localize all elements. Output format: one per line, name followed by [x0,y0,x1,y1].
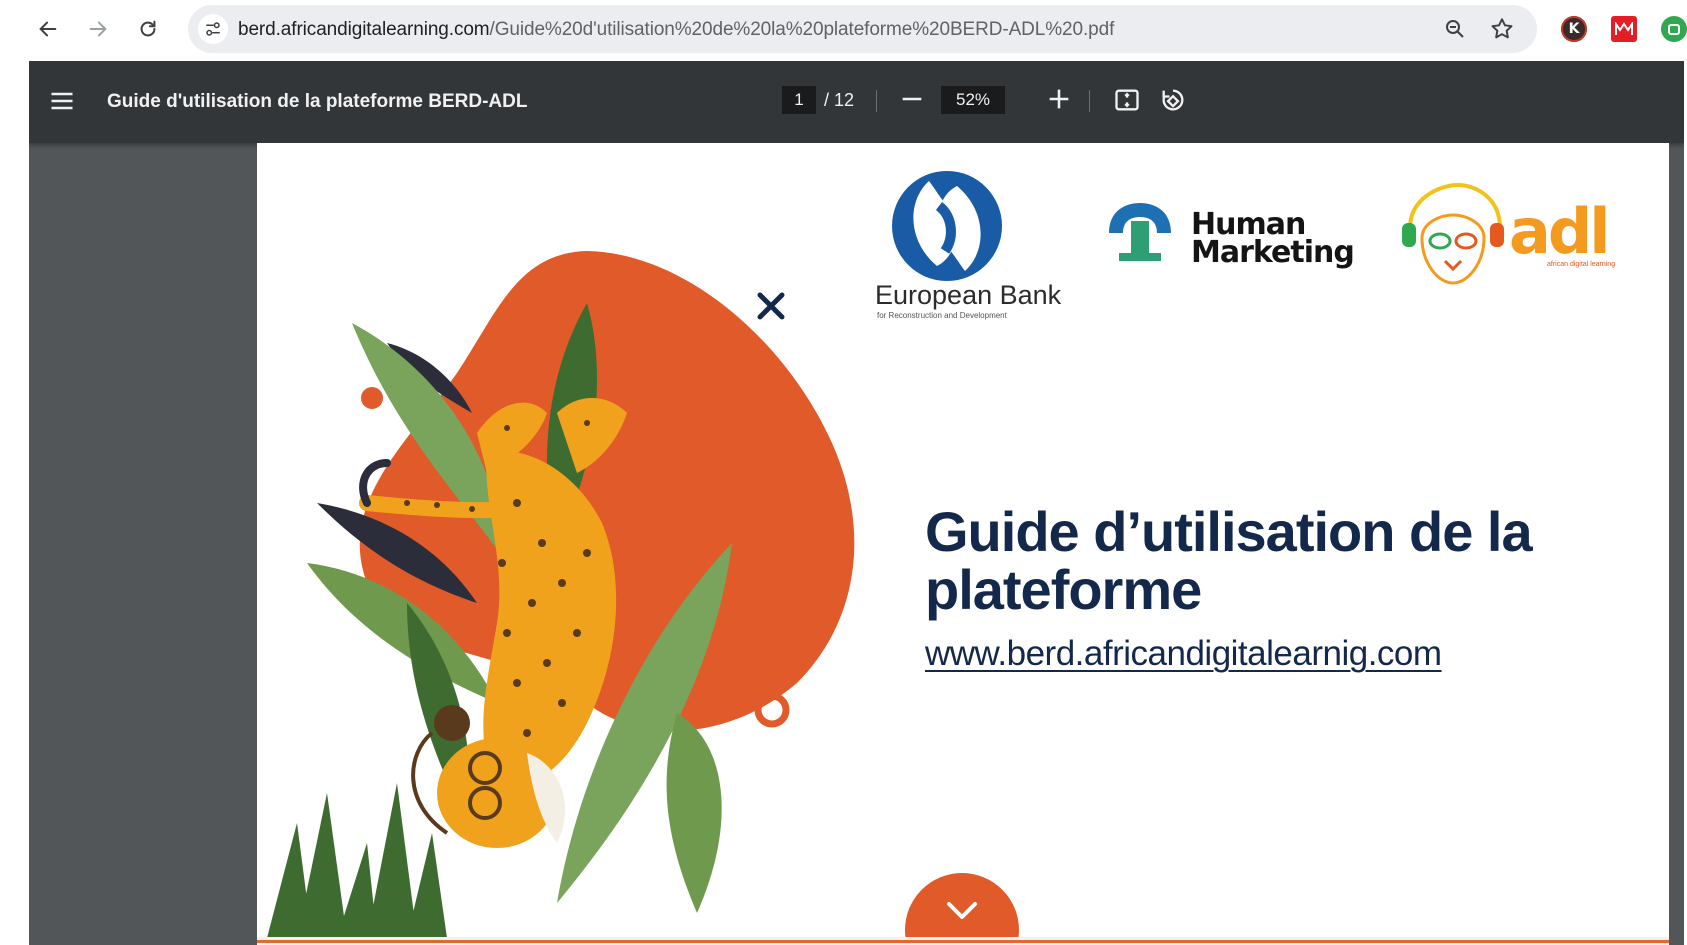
next-page-edge [257,937,1669,945]
fit-page-icon[interactable] [1113,86,1141,114]
url-host: berd.africandigitalearning.com [238,19,490,40]
zoom-level-input[interactable] [941,86,1005,114]
ebrd-subtitle: for Reconstruction and Development [877,311,1007,320]
toolbar-divider [1089,90,1090,112]
document-heading: Guide d’utilisation de la plateforme [925,500,1533,621]
human-marketing-name: Human Marketing [1191,210,1355,270]
url-text[interactable]: berd.africandigitalearning.com/Guide%20d… [238,19,1114,41]
red-extension-icon[interactable] [1611,16,1637,42]
pdf-page: European Bank for Reconstruction and Dev… [257,143,1669,938]
adl-name: adl [1509,195,1610,268]
address-bar[interactable]: berd.africandigitalearning.com/Guide%20d… [188,5,1537,53]
toolbar-divider [876,90,877,112]
pdf-toolbar: Guide d'utilisation de la plateforme BER… [29,61,1684,143]
pdf-viewer: Guide d'utilisation de la plateforme BER… [29,61,1684,945]
adl-subtitle: african digital learning [1547,261,1616,268]
zoom-magnifier-icon[interactable] [1443,17,1467,41]
zoom-out-icon[interactable] [898,85,926,115]
forward-arrow-icon[interactable] [79,10,117,48]
browser-toolbar: berd.africandigitalearning.com/Guide%20d… [0,0,1687,60]
page-total: / 12 [824,90,855,110]
website-link[interactable]: www.berd.africandigitalearnig.com [925,634,1442,674]
human-marketing-logo [1109,203,1171,261]
reload-icon[interactable] [129,10,167,48]
url-path: /Guide%20d'utilisation%20de%20la%20plate… [489,19,1115,40]
menu-icon[interactable] [48,87,76,115]
document-title: Guide d'utilisation de la plateforme BER… [107,91,528,112]
zoom-in-icon[interactable] [1045,85,1073,115]
back-arrow-icon[interactable] [29,10,67,48]
profile-k-icon[interactable]: K [1561,16,1587,42]
chevron-down-icon [947,902,977,919]
hm-line2: Marketing [1191,235,1355,270]
page-number-input[interactable] [782,86,816,114]
ebrd-name: European Bank [875,280,1062,310]
rotate-icon[interactable] [1159,86,1187,114]
bookmark-star-icon[interactable] [1489,16,1515,42]
site-info-icon[interactable] [198,14,228,44]
green-extension-icon[interactable] [1661,16,1687,42]
